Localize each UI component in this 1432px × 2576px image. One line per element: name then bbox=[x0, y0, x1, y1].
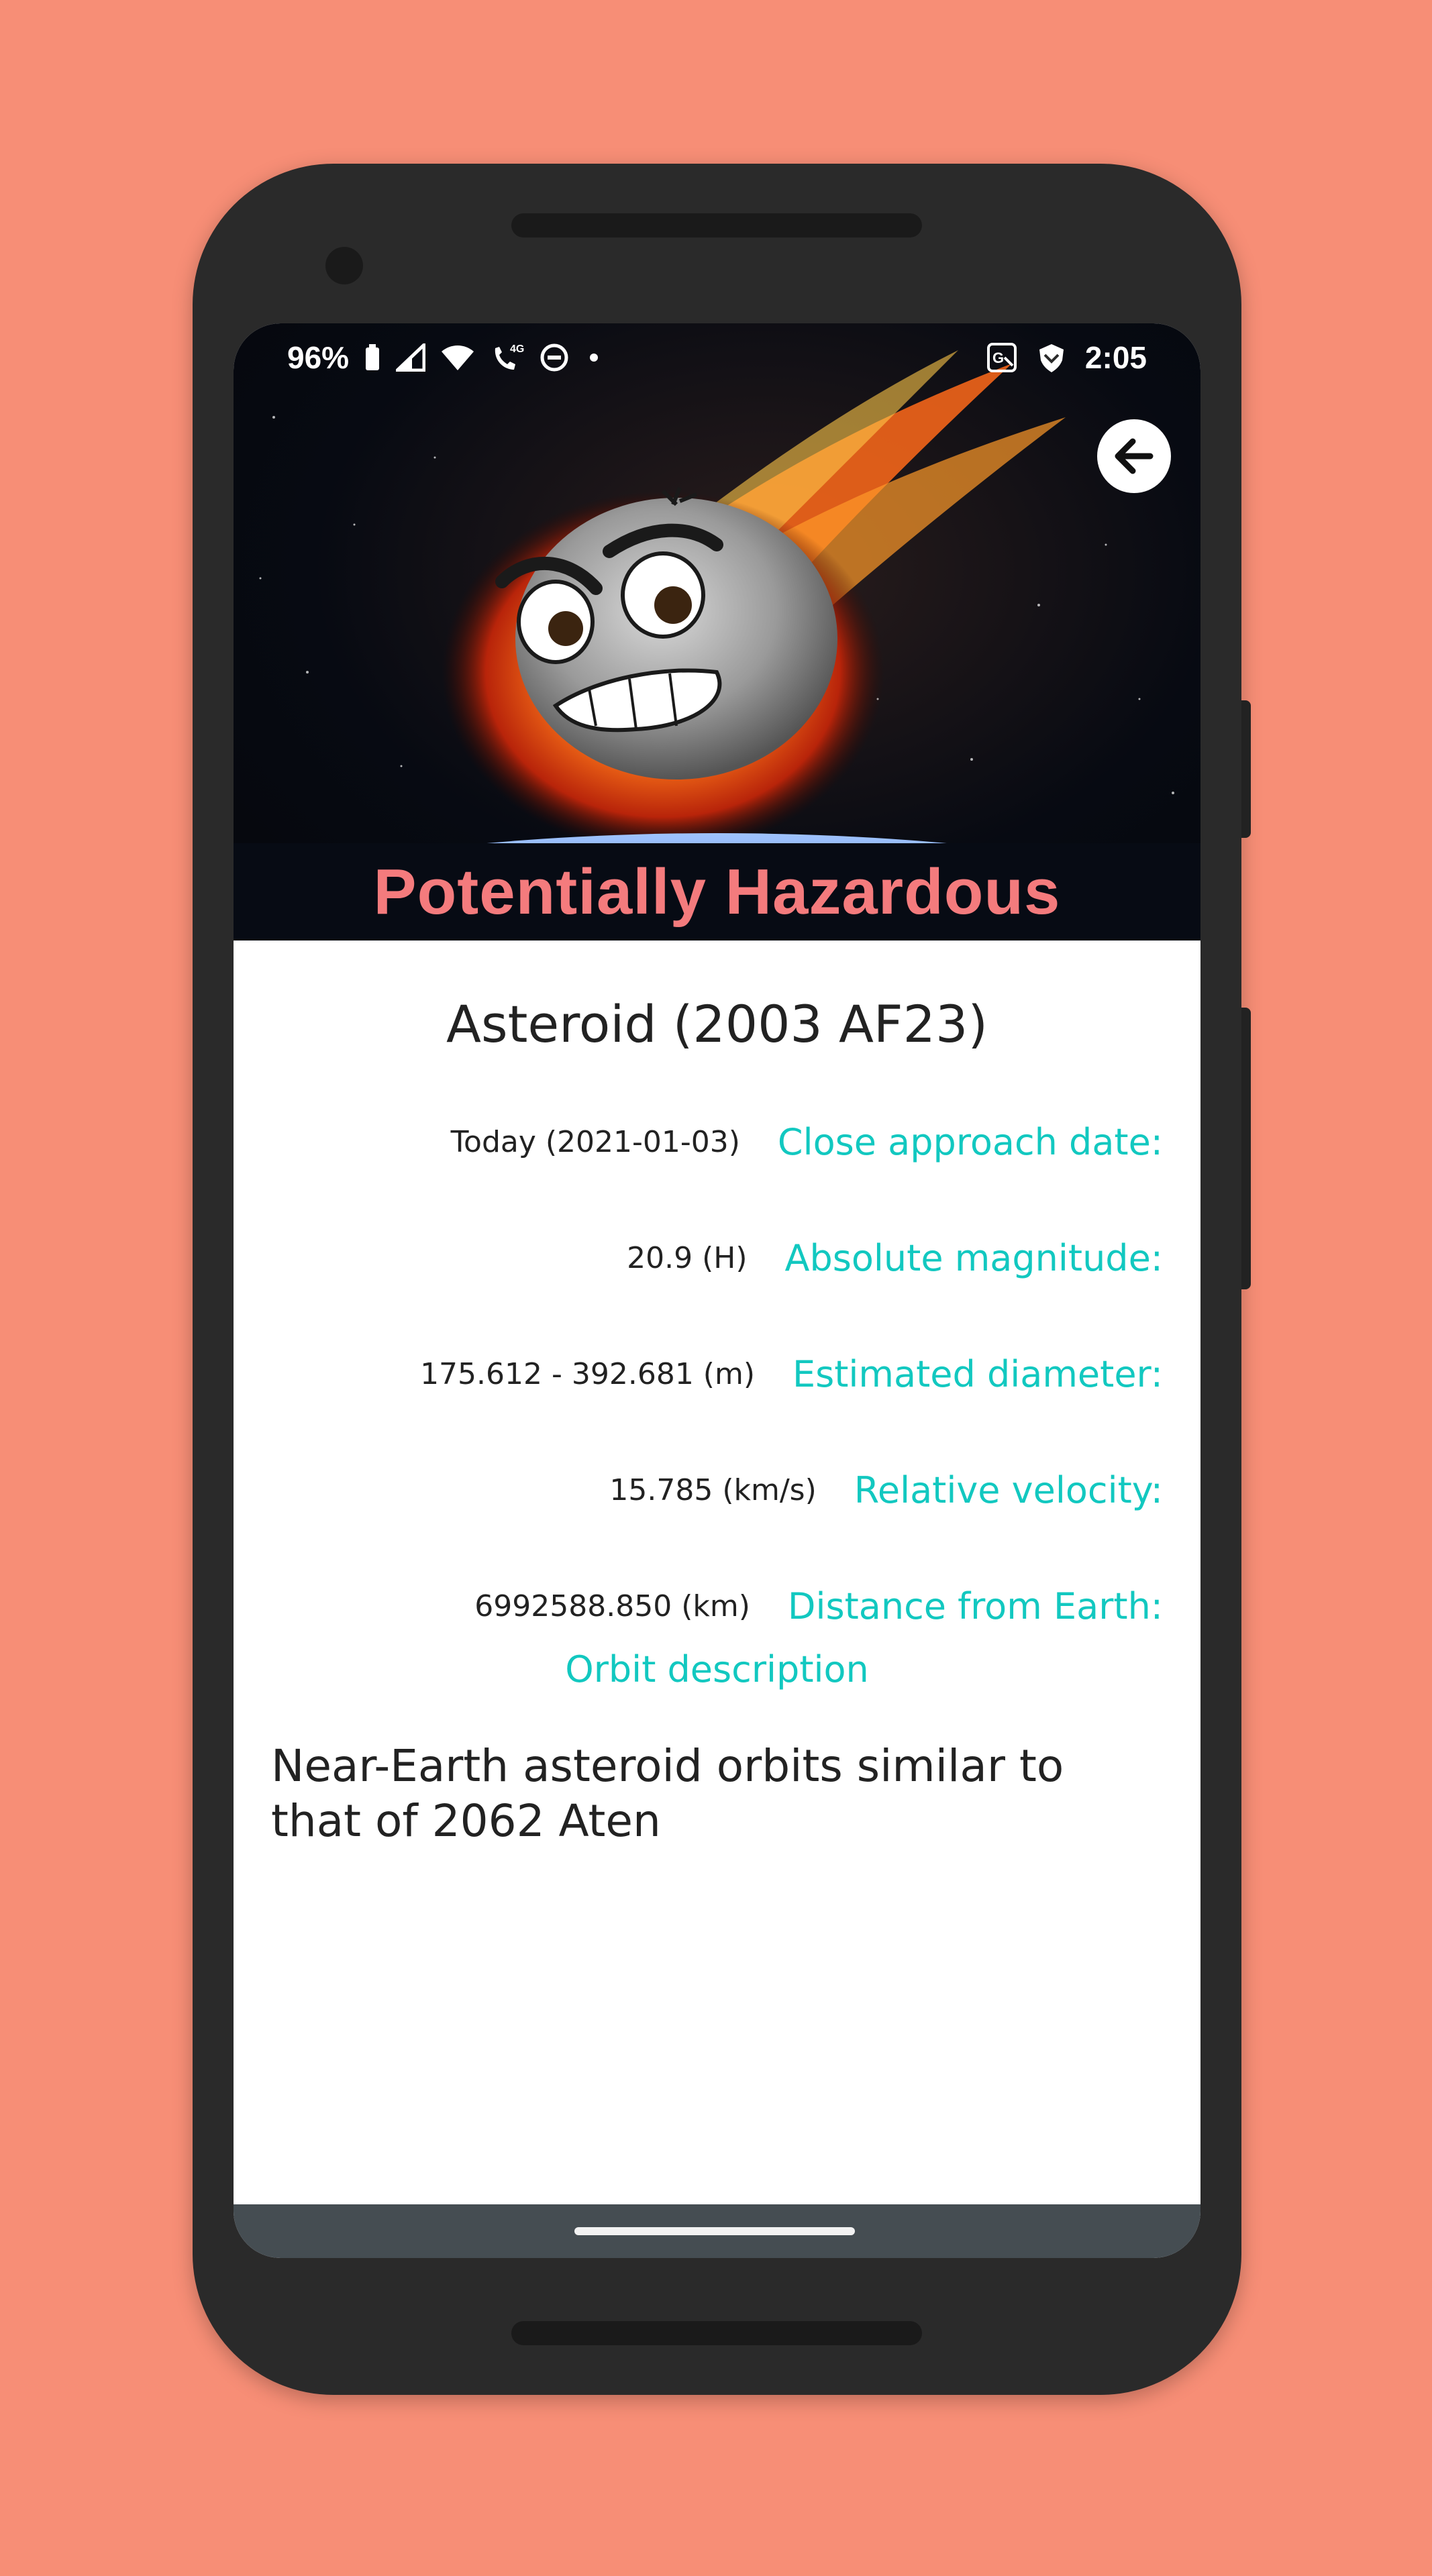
orbit-description-heading: Orbit description bbox=[565, 1648, 869, 1690]
svg-text:4G: 4G bbox=[510, 343, 524, 355]
asteroid-details: Asteroid (2003 AF23) Today (2021-01-03) … bbox=[234, 941, 1200, 2204]
detail-row-diameter: 175.612 - 392.681 (m) Estimated diameter… bbox=[420, 1350, 1163, 1397]
dnd-icon bbox=[540, 343, 569, 372]
detail-row-velocity: 15.785 (km/s) Relative velocity: bbox=[609, 1466, 1163, 1513]
wifi-icon bbox=[440, 343, 475, 372]
detail-row-distance: 6992588.850 (km) Distance from Earth: bbox=[474, 1582, 1163, 1629]
distance-value: 6992588.850 (km) bbox=[474, 1589, 750, 1623]
navigation-bar bbox=[234, 2204, 1200, 2258]
volume-button bbox=[1241, 700, 1251, 838]
asteroid-title: Asteroid (2003 AF23) bbox=[446, 994, 988, 1054]
svg-text:G: G bbox=[992, 350, 1004, 366]
home-gesture-handle[interactable] bbox=[574, 2227, 855, 2235]
hazard-banner: Potentially Hazardous bbox=[234, 843, 1200, 941]
close-approach-value: Today (2021-01-03) bbox=[450, 1124, 740, 1159]
magnitude-label: Absolute magnitude: bbox=[784, 1236, 1163, 1279]
orbit-description-text: Near-Earth asteroid orbits similar to th… bbox=[271, 1740, 1064, 1847]
signal-icon bbox=[396, 343, 426, 372]
velocity-value: 15.785 (km/s) bbox=[609, 1472, 817, 1507]
call-4g-icon: 4G bbox=[490, 341, 525, 374]
diameter-label: Estimated diameter: bbox=[792, 1352, 1163, 1395]
screen: 96% 4G G 2:05 Potentially Hazardous Aste… bbox=[234, 323, 1200, 2258]
power-button bbox=[1241, 1008, 1251, 1289]
bottom-speaker bbox=[511, 2321, 922, 2345]
clock: 2:05 bbox=[1084, 340, 1147, 375]
velocity-label: Relative velocity: bbox=[854, 1468, 1163, 1511]
diameter-value: 175.612 - 392.681 (m) bbox=[420, 1356, 755, 1391]
phone-frame: 96% 4G G 2:05 Potentially Hazardous Aste… bbox=[193, 164, 1251, 2395]
detail-row-magnitude: 20.9 (H) Absolute magnitude: bbox=[627, 1234, 1163, 1281]
shield-icon bbox=[1035, 341, 1068, 374]
battery-percent: 96% bbox=[287, 340, 350, 375]
close-approach-label: Close approach date: bbox=[777, 1120, 1163, 1163]
dot-icon bbox=[584, 347, 604, 368]
hero-image: 96% 4G G 2:05 Potentially Hazardous bbox=[234, 323, 1200, 941]
back-button[interactable] bbox=[1097, 419, 1171, 493]
battery-icon bbox=[364, 343, 381, 372]
top-speaker bbox=[511, 213, 922, 237]
front-camera bbox=[325, 247, 363, 284]
magnitude-value: 20.9 (H) bbox=[627, 1240, 748, 1275]
hazard-banner-text: Potentially Hazardous bbox=[373, 855, 1061, 928]
arrow-left-icon bbox=[1115, 438, 1154, 474]
distance-label: Distance from Earth: bbox=[787, 1585, 1163, 1627]
translate-icon: G bbox=[986, 341, 1018, 374]
status-bar: 96% 4G G 2:05 bbox=[234, 323, 1200, 390]
detail-row-close-approach: Today (2021-01-03) Close approach date: bbox=[451, 1118, 1163, 1165]
